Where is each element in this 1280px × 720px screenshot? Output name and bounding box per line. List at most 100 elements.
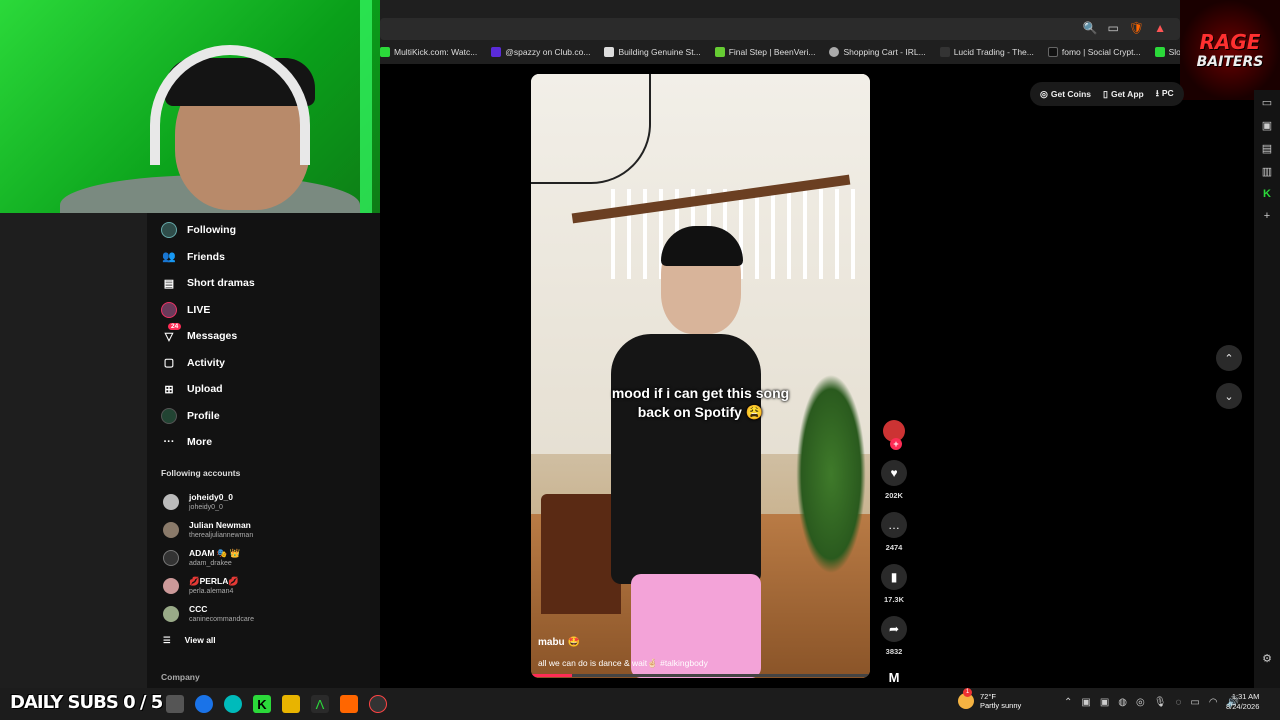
system-tray: ⌃ ▣ ▣ ◍ ◎ 🎙 ◌ ▭ ◠ 🔊 xyxy=(1064,697,1239,708)
taskbar-clock[interactable]: 1:31 AM 8/24/2026 xyxy=(1226,692,1259,712)
kick-icon xyxy=(380,47,390,57)
tray-app-icon[interactable]: ◍ xyxy=(1118,697,1127,708)
file-explorer-icon[interactable] xyxy=(282,695,300,713)
following-accounts-list: joheidy0_0 joheidy0_0 Julian Newman therea… xyxy=(163,488,254,650)
bookmark-shopping-cart[interactable]: Shopping Cart - IRL... xyxy=(829,47,926,57)
company-link[interactable]: Company xyxy=(161,672,200,682)
sidebar-item-live[interactable]: LIVE xyxy=(161,297,255,324)
desktop-margin xyxy=(0,213,147,688)
wallet-icon[interactable]: ▣ xyxy=(1262,119,1272,132)
wallet-icon[interactable]: ▭ xyxy=(1262,96,1272,109)
brave-shield-icon[interactable]: 🛡 xyxy=(1129,21,1144,35)
save-count: 17.3K xyxy=(883,595,904,604)
avatar xyxy=(163,494,179,510)
sidebar-item-activity[interactable]: ▢ Activity xyxy=(161,350,255,377)
tray-app-icon[interactable]: ◎ xyxy=(1136,697,1145,708)
creator-avatar[interactable]: + xyxy=(883,420,905,450)
account-item[interactable]: joheidy0_0 joheidy0_0 xyxy=(163,488,254,516)
zoom-icon[interactable]: 🔍 xyxy=(1083,21,1098,35)
previous-video-button[interactable]: ⌃ xyxy=(1216,345,1242,371)
video-progress-bar[interactable] xyxy=(531,674,870,677)
account-item[interactable]: CCC caninecommandcare xyxy=(163,600,254,628)
beenverified-icon xyxy=(714,47,725,57)
share-button[interactable]: ➦ xyxy=(881,616,907,642)
tray-app-icon[interactable]: ◌ xyxy=(1175,697,1181,708)
list-icon: ☰ xyxy=(163,634,171,645)
obs-icon[interactable] xyxy=(369,695,387,713)
messages-badge: 24 xyxy=(168,323,182,330)
sidebar-item-friends[interactable]: 👥 Friends xyxy=(161,244,255,271)
cast-icon[interactable]: ▭ xyxy=(1108,21,1119,35)
upload-icon: ⊞ xyxy=(164,383,174,396)
bookmark-slope[interactable]: Slope Game xyxy=(1154,47,1180,57)
bookmark-beenverified[interactable]: Final Step | BeenVeri... xyxy=(714,47,815,57)
video-side-table xyxy=(541,494,621,614)
sidebar-item-messages[interactable]: ▽ 24 Messages xyxy=(161,323,255,350)
video-player[interactable]: mood if i can get this song back on Spot… xyxy=(531,74,870,678)
brave-rewards-icon[interactable]: ▲ xyxy=(1154,21,1166,35)
sidebar-item-upload[interactable]: ⊞ Upload xyxy=(161,376,255,403)
copilot-icon[interactable] xyxy=(195,695,213,713)
account-item[interactable]: ADAM 🎭 👑 adam_drakee xyxy=(163,544,254,572)
settings-gear-icon[interactable]: ⚙ xyxy=(1262,652,1272,665)
brave-icon[interactable] xyxy=(340,695,358,713)
address-bar-actions: 🔍 ▭ 🛡 ▲ xyxy=(1083,21,1166,35)
next-video-button[interactable]: ⌄ xyxy=(1216,383,1242,409)
comment-icon: … xyxy=(888,518,900,532)
like-button[interactable]: ♥ xyxy=(881,460,907,486)
chevron-down-icon: ⌄ xyxy=(1224,390,1234,403)
header-actions: ◎ Get Coins ▯ Get App ⭳ PC xyxy=(1030,82,1184,106)
cart-icon xyxy=(829,47,840,57)
pc-app-button[interactable]: ⭳ PC xyxy=(1156,86,1174,102)
get-app-button[interactable]: ▯ Get App xyxy=(1103,89,1144,100)
tray-app-icon[interactable]: ▣ xyxy=(1081,697,1090,708)
video-description: all we can do is dance & wait🤞🏻 #talking… xyxy=(538,658,708,668)
sidebar-item-more[interactable]: ··· More xyxy=(161,429,255,456)
chevron-up-icon[interactable]: ⌃ xyxy=(1064,697,1072,708)
video-author[interactable]: mabu 🤩 xyxy=(538,637,580,648)
reading-list-icon[interactable]: ▥ xyxy=(1262,165,1272,178)
video-person xyxy=(611,334,761,584)
follow-plus-icon[interactable]: + xyxy=(890,438,902,450)
tray-app-icon[interactable]: ▣ xyxy=(1100,697,1109,708)
heart-icon: ♥ xyxy=(890,466,898,480)
wifi-icon[interactable]: ◠ xyxy=(1209,697,1218,708)
kick-icon[interactable]: K xyxy=(1263,188,1271,200)
video-progress-fill xyxy=(531,674,572,677)
terminal-icon[interactable]: Λ xyxy=(311,695,329,713)
task-view-icon[interactable] xyxy=(166,695,184,713)
weather-widget[interactable]: 1 72°F Partly sunny xyxy=(958,688,1021,710)
following-accounts-title: Following accounts xyxy=(161,468,241,478)
address-bar[interactable]: 🔍 ▭ 🛡 ▲ xyxy=(380,18,1180,40)
bookmark-lucid[interactable]: Lucid Trading - The... xyxy=(939,47,1034,57)
avatar xyxy=(163,606,179,622)
avatar xyxy=(163,522,179,538)
kick-icon[interactable]: K xyxy=(253,695,271,713)
account-item[interactable]: 💋PERLA💋 perla.aleman4 xyxy=(163,572,254,600)
bookmark-multikick[interactable]: MultiKick.com: Watc... xyxy=(380,47,477,57)
sidebar-item-short-dramas[interactable]: ▤ Short dramas xyxy=(161,270,255,297)
bookmark-fomo[interactable]: fomo | Social Crypt... xyxy=(1047,47,1141,57)
save-button[interactable]: ▮ xyxy=(881,564,907,590)
view-all-button[interactable]: ☰ View all xyxy=(163,630,254,650)
bookmark-building[interactable]: Building Genuine St... xyxy=(604,47,701,57)
edge-icon[interactable] xyxy=(224,695,242,713)
slope-icon xyxy=(1154,47,1165,57)
profile-icon xyxy=(161,407,177,424)
bookmark-icon: ▮ xyxy=(890,570,898,584)
bookmark-club[interactable]: @spazzy on Club.co... xyxy=(491,47,590,57)
monitor-icon[interactable]: ▭ xyxy=(1190,697,1199,708)
music-disc-icon[interactable]: M xyxy=(889,670,900,685)
sidebar-item-profile[interactable]: Profile xyxy=(161,403,255,430)
messages-icon: ▽ xyxy=(164,330,174,343)
get-coins-button[interactable]: ◎ Get Coins xyxy=(1040,89,1091,100)
account-item[interactable]: Julian Newman therealjuliannewman xyxy=(163,516,254,544)
comment-button[interactable]: … xyxy=(881,512,907,538)
microphone-icon[interactable]: 🎙 xyxy=(1154,697,1167,708)
lucid-icon xyxy=(939,47,950,57)
activity-icon: ▢ xyxy=(163,357,175,370)
notes-icon[interactable]: ▤ xyxy=(1262,142,1272,155)
doc-icon xyxy=(604,47,615,57)
sidebar-item-following[interactable]: Following xyxy=(161,217,255,244)
add-panel-icon[interactable]: + xyxy=(1264,210,1270,222)
